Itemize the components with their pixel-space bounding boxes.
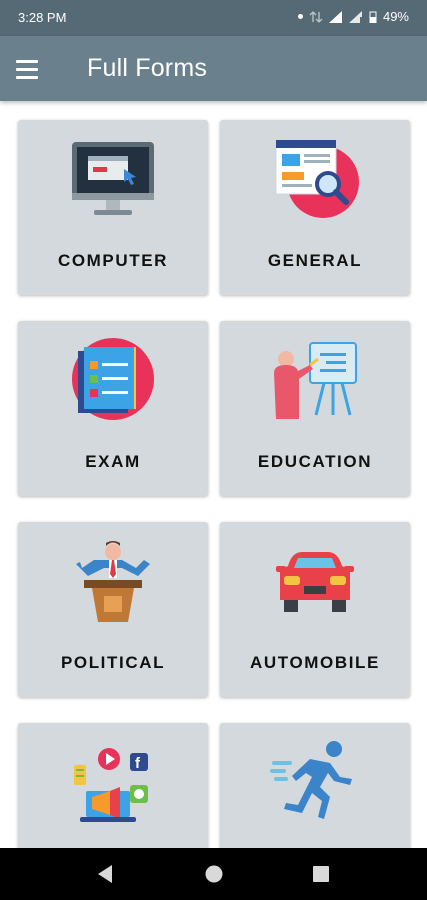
computer-monitor-icon <box>72 142 154 215</box>
category-card-computer[interactable]: COMPUTER <box>18 120 208 295</box>
category-label: COMPUTER <box>57 251 169 270</box>
category-card-automobile[interactable]: AUTOMOBILE <box>220 522 410 697</box>
signal-icon <box>328 10 342 23</box>
social-media-marketing-icon: f <box>74 748 148 822</box>
category-card-political[interactable]: POLITICAL <box>18 522 208 697</box>
web-search-icon <box>275 139 359 218</box>
running-man-icon <box>270 741 352 819</box>
category-card-social-media[interactable]: f <box>18 723 208 848</box>
car-icon <box>276 552 354 612</box>
status-bar: 3:28 PM 49% <box>0 0 427 36</box>
politician-podium-icon <box>76 541 150 622</box>
battery-percent: 49% <box>382 9 409 24</box>
category-card-sports[interactable] <box>220 723 410 848</box>
hamburger-line <box>16 75 38 79</box>
category-label: POLITICAL <box>60 653 166 672</box>
category-label: GENERAL <box>267 251 363 270</box>
status-icons: 49% <box>297 9 409 24</box>
exam-documents-icon <box>72 338 154 420</box>
category-grid: COMPUTER GENERAL EXAM EDUCATION POLITICA… <box>0 101 427 848</box>
recent-apps-icon[interactable] <box>308 861 334 887</box>
category-card-education[interactable]: EDUCATION <box>220 321 410 496</box>
app-title: Full Forms <box>87 54 208 82</box>
app-bar: Full Forms <box>0 36 427 101</box>
hamburger-line <box>16 67 38 71</box>
hamburger-line <box>16 59 38 63</box>
wifi-signal-icon <box>348 10 362 23</box>
status-time: 3:28 PM <box>18 10 67 25</box>
category-label: EXAM <box>85 452 141 471</box>
menu-button[interactable] <box>16 55 46 83</box>
category-label: AUTOMOBILE <box>250 653 380 672</box>
teacher-board-icon <box>274 342 357 419</box>
home-icon[interactable] <box>201 861 227 887</box>
category-card-exam[interactable]: EXAM <box>18 321 208 496</box>
category-card-general[interactable]: GENERAL <box>220 120 410 295</box>
system-nav-bar <box>0 848 427 900</box>
notification-dot-icon <box>297 14 303 19</box>
back-icon[interactable] <box>93 861 119 887</box>
category-label: EDUCATION <box>257 452 373 471</box>
battery-icon <box>369 11 377 23</box>
data-arrows-icon <box>309 10 323 23</box>
